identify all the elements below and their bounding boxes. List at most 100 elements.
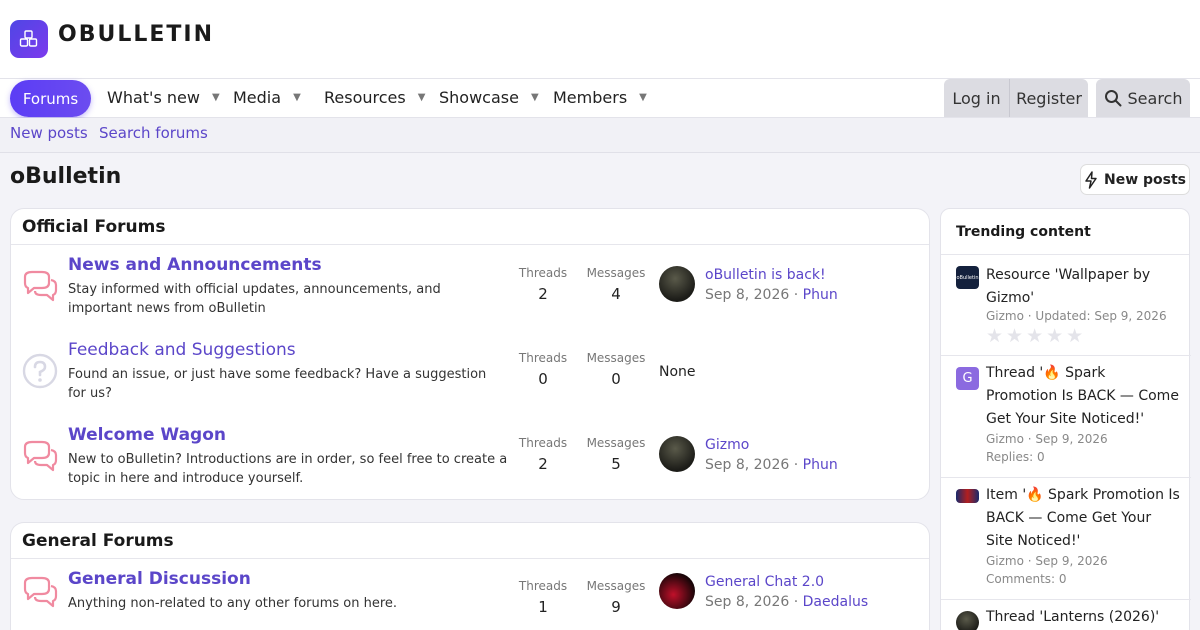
messages-count: 4 [611, 285, 621, 303]
tab-label: Media [233, 88, 282, 107]
forum-title-link[interactable]: News and Announcements [68, 255, 322, 275]
search-forums-link[interactable]: Search forums [99, 124, 208, 142]
last-post-date: Sep 8, 2026 · [705, 594, 799, 610]
avatar: G [956, 367, 979, 390]
forum-node: Feedback and Suggestions Found an issue,… [11, 330, 929, 415]
trending-item[interactable]: oBulletin Resource 'Wallpaper by Gizmo' … [941, 255, 1191, 356]
trending-item[interactable]: G Thread '🔥 Spark Promotion Is BACK — Co… [941, 356, 1191, 478]
trending-item[interactable]: Thread 'Lanterns (2026)' [941, 600, 1191, 630]
forum-node: News and Announcements Stay informed wit… [11, 245, 929, 330]
chevron-down-icon[interactable]: ▼ [212, 92, 220, 103]
messages-label: Messages [586, 436, 646, 450]
tab-whats-new[interactable]: What's new ▼ [107, 88, 220, 107]
messages-label: Messages [586, 266, 646, 280]
main-nav: Forums What's new ▼ Media ▼ Resources ▼ … [0, 78, 1200, 118]
chevron-down-icon[interactable]: ▼ [418, 92, 426, 103]
threads-label: Threads [518, 266, 568, 280]
new-posts-label: New posts [1103, 171, 1187, 188]
threads-count: 2 [538, 285, 548, 303]
forum-description: Stay informed with official updates, ann… [68, 282, 441, 316]
trending-comments: Comments: 0 [986, 572, 1067, 586]
avatar[interactable] [659, 266, 695, 302]
threads-label: Threads [518, 436, 568, 450]
trending-meta: Gizmo · Sep 9, 2026 [986, 432, 1108, 446]
trending-replies: Replies: 0 [986, 450, 1045, 464]
tab-label: Showcase [439, 88, 519, 107]
category-heading[interactable]: Official Forums [11, 209, 929, 245]
tab-forums[interactable]: Forums [10, 80, 91, 117]
last-post-meta: Sep 8, 2026 · Phun [705, 457, 838, 473]
question-circle-icon [22, 353, 58, 389]
logo-icon[interactable] [10, 20, 48, 58]
chevron-down-icon[interactable]: ▼ [531, 92, 539, 103]
forum-node: General Discussion Anything non-related … [11, 559, 929, 630]
messages-count: 5 [611, 455, 621, 473]
forum-title-link[interactable]: Welcome Wagon [68, 425, 226, 445]
tab-showcase[interactable]: Showcase ▼ [439, 88, 539, 107]
messages-label: Messages [586, 579, 646, 593]
last-post-meta: Sep 8, 2026 · Daedalus [705, 594, 868, 610]
comments-icon [23, 576, 58, 608]
chevron-down-icon[interactable]: ▼ [293, 92, 301, 103]
general-forums-block: General Forums General Discussion Anythi… [10, 522, 930, 630]
tab-label: What's new [107, 88, 200, 107]
official-forums-block: Official Forums News and Announcements S… [10, 208, 930, 500]
trending-meta: Gizmo · Sep 9, 2026 [986, 554, 1108, 568]
messages-count: 0 [611, 370, 621, 388]
forum-description: Found an issue, or just have some feedba… [68, 367, 487, 401]
trending-title-link[interactable]: Thread 'Lanterns (2026)' [986, 606, 1181, 629]
threads-label: Threads [518, 351, 568, 365]
last-post-date: Sep 8, 2026 · [705, 287, 799, 303]
page-title: oBulletin [10, 164, 122, 189]
forum-title-link[interactable]: Feedback and Suggestions [68, 340, 296, 360]
login-button[interactable]: Log in [944, 79, 1009, 117]
resource-thumbnail: oBulletin [956, 266, 979, 289]
last-post-title-link[interactable]: General Chat 2.0 [705, 574, 824, 590]
trending-item[interactable]: Item '🔥 Spark Promotion Is BACK — Come G… [941, 478, 1191, 600]
trending-sidebar: Trending content oBulletin Resource 'Wal… [940, 208, 1191, 630]
rating-stars: ★★★★★ [986, 325, 1087, 347]
trending-title-link[interactable]: Thread '🔥 Spark Promotion Is BACK — Come… [986, 362, 1181, 431]
new-posts-link[interactable]: New posts [10, 124, 88, 142]
tab-media[interactable]: Media ▼ [233, 88, 301, 107]
messages-label: Messages [586, 351, 646, 365]
brand-name[interactable]: OBULLETIN [58, 22, 214, 47]
avatar[interactable] [659, 436, 695, 472]
site-header: OBULLETIN [0, 0, 1200, 79]
forum-node: Welcome Wagon New to oBulletin? Introduc… [11, 415, 929, 499]
tab-resources[interactable]: Resources ▼ [324, 88, 425, 107]
bolt-icon [1085, 170, 1097, 189]
register-button[interactable]: Register [1009, 79, 1088, 117]
avatar [956, 611, 979, 630]
comments-icon [23, 440, 58, 472]
search-label: Search [1127, 88, 1183, 108]
forum-description: New to oBulletin? Introductions are in o… [68, 452, 508, 486]
last-post-user-link[interactable]: Phun [803, 457, 838, 473]
new-posts-button[interactable]: New posts [1080, 164, 1190, 195]
trending-meta: Gizmo · Updated: Sep 9, 2026 [986, 309, 1167, 323]
threads-count: 0 [538, 370, 548, 388]
messages-count: 9 [611, 598, 621, 616]
search-icon [1104, 90, 1122, 107]
trending-title-link[interactable]: Item '🔥 Spark Promotion Is BACK — Come G… [986, 484, 1181, 553]
chevron-down-icon[interactable]: ▼ [639, 92, 647, 103]
last-post-user-link[interactable]: Phun [803, 287, 838, 303]
tab-members[interactable]: Members ▼ [553, 88, 647, 107]
comments-icon [23, 270, 58, 302]
threads-label: Threads [518, 579, 568, 593]
last-post-title-link[interactable]: Gizmo [705, 437, 749, 453]
tab-label: Resources [324, 88, 406, 107]
last-post-date: Sep 8, 2026 · [705, 457, 799, 473]
forum-title-link[interactable]: General Discussion [68, 569, 251, 589]
trending-title-link[interactable]: Resource 'Wallpaper by Gizmo' [986, 264, 1181, 310]
item-thumbnail [956, 489, 979, 503]
threads-count: 2 [538, 455, 548, 473]
avatar[interactable] [659, 573, 695, 609]
category-heading[interactable]: General Forums [11, 523, 929, 559]
sub-nav: New posts Search forums [0, 118, 1200, 153]
search-button[interactable]: Search [1096, 79, 1190, 117]
threads-count: 1 [538, 598, 548, 616]
last-post-meta: Sep 8, 2026 · Phun [705, 287, 838, 303]
last-post-title-link[interactable]: oBulletin is back! [705, 267, 826, 283]
last-post-user-link[interactable]: Daedalus [803, 594, 869, 610]
